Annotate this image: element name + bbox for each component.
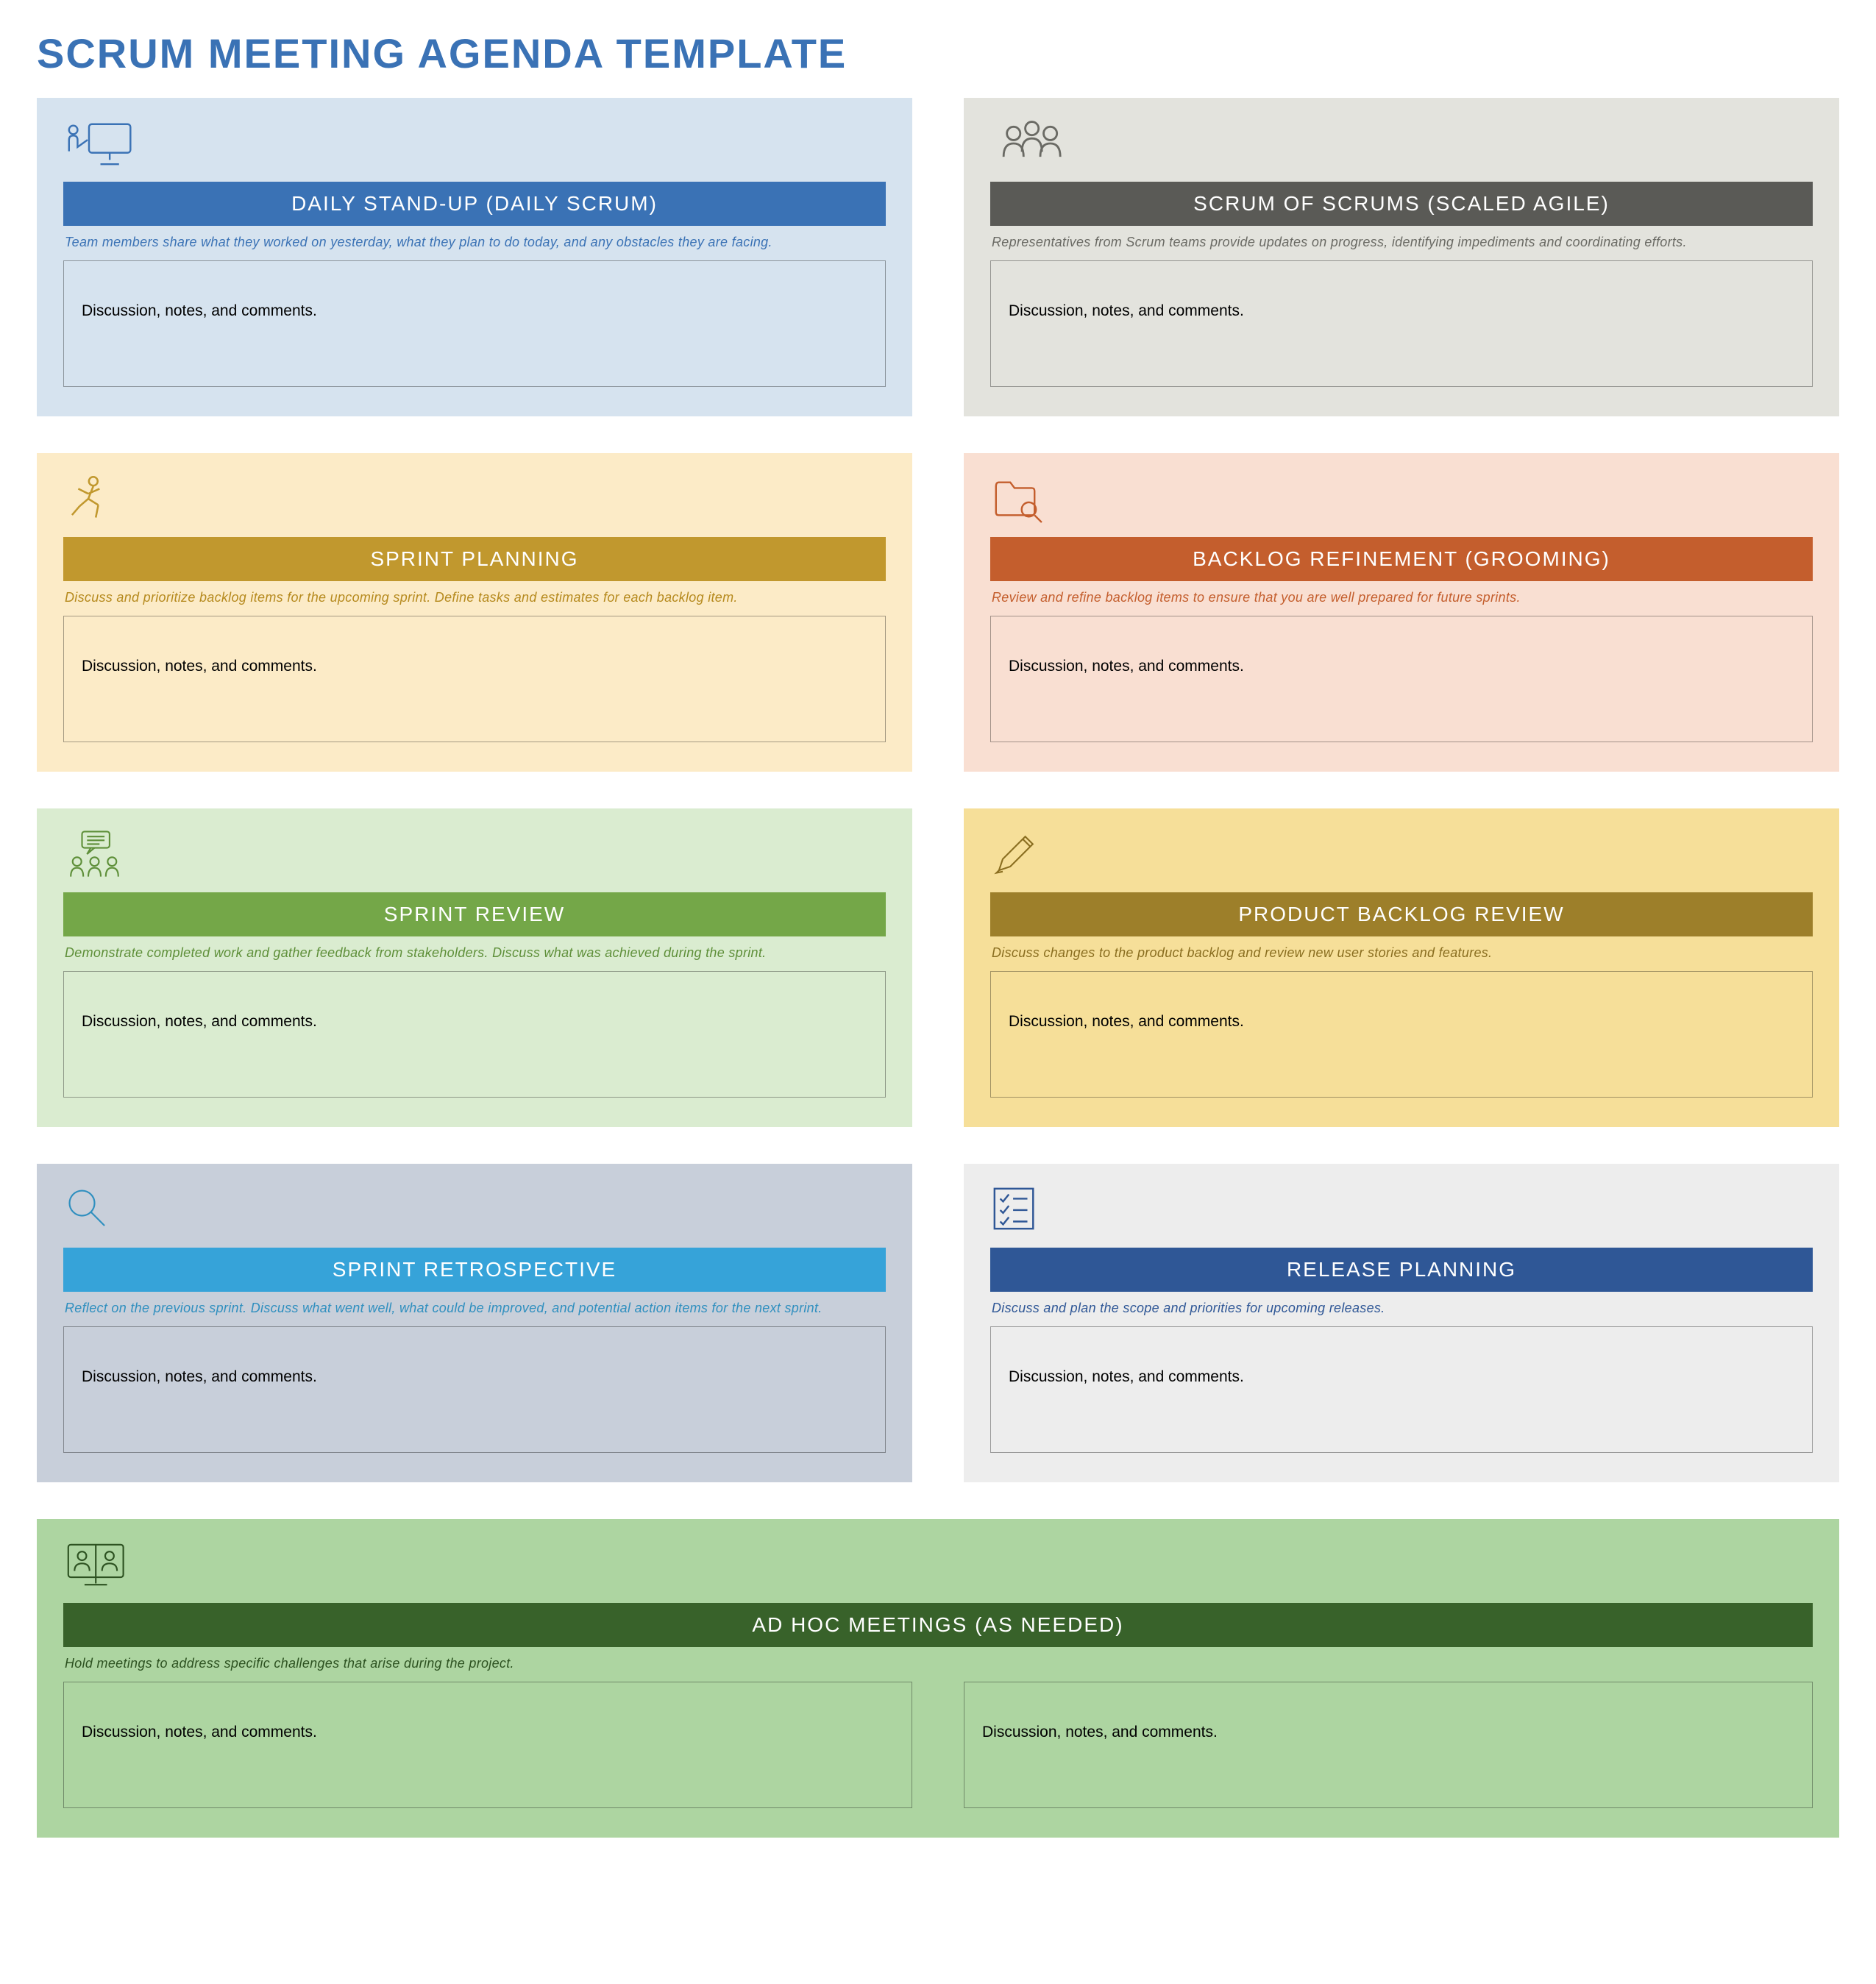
- card-scrum-of-scrums: SCRUM OF SCRUMS (SCALED AGILE) Represent…: [964, 98, 1839, 416]
- notes-box[interactable]: Discussion, notes, and comments.: [63, 971, 886, 1098]
- card-title: SPRINT REVIEW: [63, 892, 886, 936]
- cards-grid: DAILY STAND-UP (DAILY SCRUM) Team member…: [37, 98, 1839, 1838]
- page-title: SCRUM MEETING AGENDA TEMPLATE: [37, 29, 1839, 77]
- video-meeting-icon: [63, 1540, 1813, 1599]
- card-title: PRODUCT BACKLOG REVIEW: [990, 892, 1813, 936]
- card-sprint-retrospective: SPRINT RETROSPECTIVE Reflect on the prev…: [37, 1164, 912, 1482]
- card-backlog-refinement: BACKLOG REFINEMENT (GROOMING) Review and…: [964, 453, 1839, 772]
- card-subtitle: Hold meetings to address specific challe…: [65, 1656, 1811, 1671]
- notes-box[interactable]: Discussion, notes, and comments.: [63, 1326, 886, 1453]
- card-subtitle: Discuss and plan the scope and prioritie…: [992, 1301, 1811, 1316]
- card-subtitle: Team members share what they worked on y…: [65, 235, 884, 250]
- notes-box[interactable]: Discussion, notes, and comments.: [990, 260, 1813, 387]
- card-subtitle: Discuss and prioritize backlog items for…: [65, 590, 884, 605]
- checklist-icon: [990, 1184, 1813, 1243]
- card-title: DAILY STAND-UP (DAILY SCRUM): [63, 182, 886, 226]
- notes-box[interactable]: Discussion, notes, and comments.: [63, 1682, 912, 1808]
- card-title: SPRINT RETROSPECTIVE: [63, 1248, 886, 1292]
- card-title: BACKLOG REFINEMENT (GROOMING): [990, 537, 1813, 581]
- card-title: AD HOC MEETINGS (AS NEEDED): [63, 1603, 1813, 1647]
- card-sprint-review: SPRINT REVIEW Demonstrate completed work…: [37, 808, 912, 1127]
- notes-box[interactable]: Discussion, notes, and comments.: [990, 971, 1813, 1098]
- presentation-icon: [63, 118, 886, 177]
- people-chat-icon: [63, 829, 886, 888]
- notes-box[interactable]: Discussion, notes, and comments.: [63, 260, 886, 387]
- card-title: RELEASE PLANNING: [990, 1248, 1813, 1292]
- card-product-backlog-review: PRODUCT BACKLOG REVIEW Discuss changes t…: [964, 808, 1839, 1127]
- folder-search-icon: [990, 474, 1813, 533]
- magnifier-icon: [63, 1184, 886, 1243]
- card-ad-hoc: AD HOC MEETINGS (AS NEEDED) Hold meeting…: [37, 1519, 1839, 1838]
- notes-box[interactable]: Discussion, notes, and comments.: [964, 1682, 1813, 1808]
- card-subtitle: Review and refine backlog items to ensur…: [992, 590, 1811, 605]
- card-release-planning: RELEASE PLANNING Discuss and plan the sc…: [964, 1164, 1839, 1482]
- card-subtitle: Reflect on the previous sprint. Discuss …: [65, 1301, 884, 1316]
- card-sprint-planning: SPRINT PLANNING Discuss and prioritize b…: [37, 453, 912, 772]
- card-title: SPRINT PLANNING: [63, 537, 886, 581]
- card-title: SCRUM OF SCRUMS (SCALED AGILE): [990, 182, 1813, 226]
- card-daily-standup: DAILY STAND-UP (DAILY SCRUM) Team member…: [37, 98, 912, 416]
- pencil-icon: [990, 829, 1813, 888]
- notes-box[interactable]: Discussion, notes, and comments.: [63, 616, 886, 742]
- notes-box[interactable]: Discussion, notes, and comments.: [990, 616, 1813, 742]
- card-subtitle: Discuss changes to the product backlog a…: [992, 945, 1811, 961]
- card-subtitle: Representatives from Scrum teams provide…: [992, 235, 1811, 250]
- people-group-icon: [990, 118, 1813, 177]
- notes-box[interactable]: Discussion, notes, and comments.: [990, 1326, 1813, 1453]
- running-person-icon: [63, 474, 886, 533]
- card-subtitle: Demonstrate completed work and gather fe…: [65, 945, 884, 961]
